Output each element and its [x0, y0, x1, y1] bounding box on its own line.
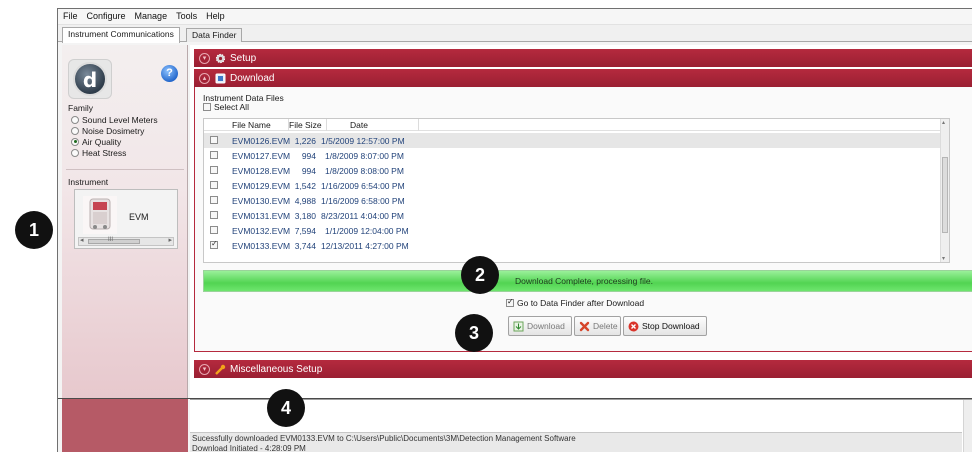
setup-title: Setup — [230, 52, 257, 64]
instrument-scrollbar[interactable]: ◂ III ▸ — [78, 237, 174, 246]
column-date[interactable]: Date — [350, 120, 368, 130]
tab-bar: Instrument Communications Data Finder — [58, 25, 972, 43]
main-content: ▾ Setup ▴ Download Instrument Data Files… — [190, 45, 972, 399]
delete-x-icon — [579, 321, 590, 332]
download-file-icon — [513, 321, 524, 332]
family-label: Family — [68, 103, 94, 113]
delete-button[interactable]: Delete — [574, 316, 621, 336]
collapse-chevron-icon[interactable]: ▴ — [199, 72, 210, 84]
radio-icon — [71, 126, 79, 135]
scroll-up-icon[interactable]: ▴ — [942, 119, 945, 126]
table-header: File Name File Size Date — [204, 119, 949, 131]
select-all-checkbox[interactable]: Select All — [203, 102, 249, 112]
tools-icon — [215, 364, 226, 375]
file-table: File Name File Size Date EVM0126.EVM 1,2… — [203, 118, 950, 263]
column-file-size[interactable]: File Size — [289, 120, 322, 130]
scroll-left-icon[interactable]: ◂ — [80, 236, 84, 244]
download-title: Download — [230, 72, 275, 84]
table-row[interactable]: EVM0130.EVM 4,988 1/16/2009 6:58:00 PM — [204, 193, 942, 208]
callout-1: 1 — [15, 211, 53, 249]
column-file-name[interactable]: File Name — [232, 120, 271, 130]
expand-chevron-icon[interactable]: ▾ — [199, 52, 210, 64]
stop-icon — [628, 321, 639, 332]
tab-instrument-communications[interactable]: Instrument Communications — [62, 27, 180, 43]
instrument-group: Instrument EVM ◂ III ▸ — [68, 175, 182, 253]
menu-manage[interactable]: Manage — [130, 9, 172, 21]
scroll-down-icon[interactable]: ▾ — [942, 255, 945, 262]
scroll-right-icon[interactable]: ▸ — [168, 236, 172, 244]
scrollbar-thumb[interactable]: III — [88, 237, 140, 244]
tab-data-finder[interactable]: Data Finder — [186, 28, 243, 42]
callout-3: 3 — [455, 314, 493, 352]
table-row[interactable]: EVM0132.EVM 7,594 1/1/2009 12:04:00 PM — [204, 223, 942, 238]
download-section-header[interactable]: ▴ Download — [194, 69, 972, 87]
instrument-name: EVM — [129, 212, 149, 222]
row-checkbox[interactable] — [210, 136, 218, 144]
menu-bar: File Configure Manage Tools Help — [58, 9, 972, 25]
row-checkbox[interactable] — [210, 211, 218, 219]
instrument-card[interactable]: EVM ◂ III ▸ — [74, 189, 178, 249]
radio-icon — [71, 115, 79, 124]
setup-section-header[interactable]: ▾ Setup — [194, 49, 972, 67]
menu-configure[interactable]: Configure — [82, 9, 130, 21]
detection-logo-icon: d — [73, 62, 107, 96]
table-row[interactable]: EVM0128.EVM 994 1/8/2009 8:08:00 PM — [204, 163, 942, 178]
left-panel: d ? Family Sound Level Meters Noise Dosi… — [62, 45, 188, 399]
instrument-label: Instrument — [68, 177, 109, 187]
callout-4: 4 — [267, 389, 305, 427]
goto-data-finder-checkbox[interactable]: ✓ Go to Data Finder after Download — [506, 297, 644, 308]
radio-icon — [71, 148, 79, 157]
family-option-sound-level-meters[interactable]: Sound Level Meters — [71, 114, 184, 125]
menu-help[interactable]: Help — [201, 9, 229, 21]
table-row[interactable]: EVM0127.EVM 994 1/8/2009 8:07:00 PM — [204, 148, 942, 163]
app-window: File Configure Manage Tools Help Instrument … — [57, 8, 972, 452]
status-log: Sucessfully downloaded EVM0133.EVM to C:… — [190, 432, 962, 452]
family-group: Family Sound Level Meters Noise Dosimetr… — [68, 103, 184, 158]
download-panel: Instrument Data Files Select All File Na… — [194, 87, 972, 352]
table-scrollbar[interactable]: ▴ ▾ — [940, 119, 949, 262]
family-option-noise-dosimetry[interactable]: Noise Dosimetry — [71, 125, 184, 136]
family-option-heat-stress[interactable]: Heat Stress — [71, 147, 184, 158]
bottom-left-panel — [62, 399, 188, 452]
table-row[interactable]: EVM0129.EVM 1,542 1/16/2009 6:54:00 PM — [204, 178, 942, 193]
radio-selected-icon — [71, 137, 79, 146]
menu-tools[interactable]: Tools — [171, 9, 201, 21]
gear-icon — [215, 53, 226, 64]
table-row[interactable]: EVM0126.EVM 1,226 1/5/2009 12:57:00 PM — [204, 133, 942, 148]
log-line: Sucessfully downloaded EVM0133.EVM to C:… — [192, 434, 576, 443]
row-checkbox[interactable] — [210, 166, 218, 174]
family-option-air-quality[interactable]: Air Quality — [71, 136, 184, 147]
help-icon[interactable]: ? — [161, 65, 178, 82]
stop-download-button[interactable]: Stop Download — [623, 316, 707, 336]
checkbox-checked-icon: ✓ — [506, 297, 514, 307]
row-checkbox[interactable] — [210, 151, 218, 159]
scrollbar-thumb[interactable] — [942, 157, 948, 233]
download-progress-bar: Download Complete, processing file. — [203, 270, 972, 292]
download-icon — [215, 73, 226, 84]
expand-chevron-icon[interactable]: ▾ — [199, 363, 210, 375]
misc-setup-title: Miscellaneous Setup — [230, 363, 323, 375]
checkbox-icon — [203, 103, 211, 111]
app-logo: d — [68, 59, 112, 99]
evm-device-icon — [83, 196, 117, 234]
misc-setup-section-header[interactable]: ▾ Miscellaneous Setup — [194, 360, 972, 378]
progress-status-text: Download Complete, processing file. — [515, 276, 653, 286]
row-checkbox-checked[interactable] — [210, 239, 218, 249]
menu-file[interactable]: File — [58, 9, 82, 21]
log-area: Sucessfully downloaded EVM0133.EVM to C:… — [190, 399, 972, 452]
table-row[interactable]: EVM0131.EVM 3,180 8/23/2011 4:04:00 PM — [204, 208, 942, 223]
row-checkbox[interactable] — [210, 196, 218, 204]
table-row[interactable]: EVM0133.EVM 3,744 12/13/2011 4:27:00 PM — [204, 238, 942, 253]
log-line: Download Initiated - 4:28:09 PM — [192, 444, 306, 452]
row-checkbox[interactable] — [210, 226, 218, 234]
callout-2: 2 — [461, 256, 499, 294]
log-scrollbar[interactable] — [963, 400, 972, 452]
row-checkbox[interactable] — [210, 181, 218, 189]
download-button[interactable]: Download — [508, 316, 572, 336]
